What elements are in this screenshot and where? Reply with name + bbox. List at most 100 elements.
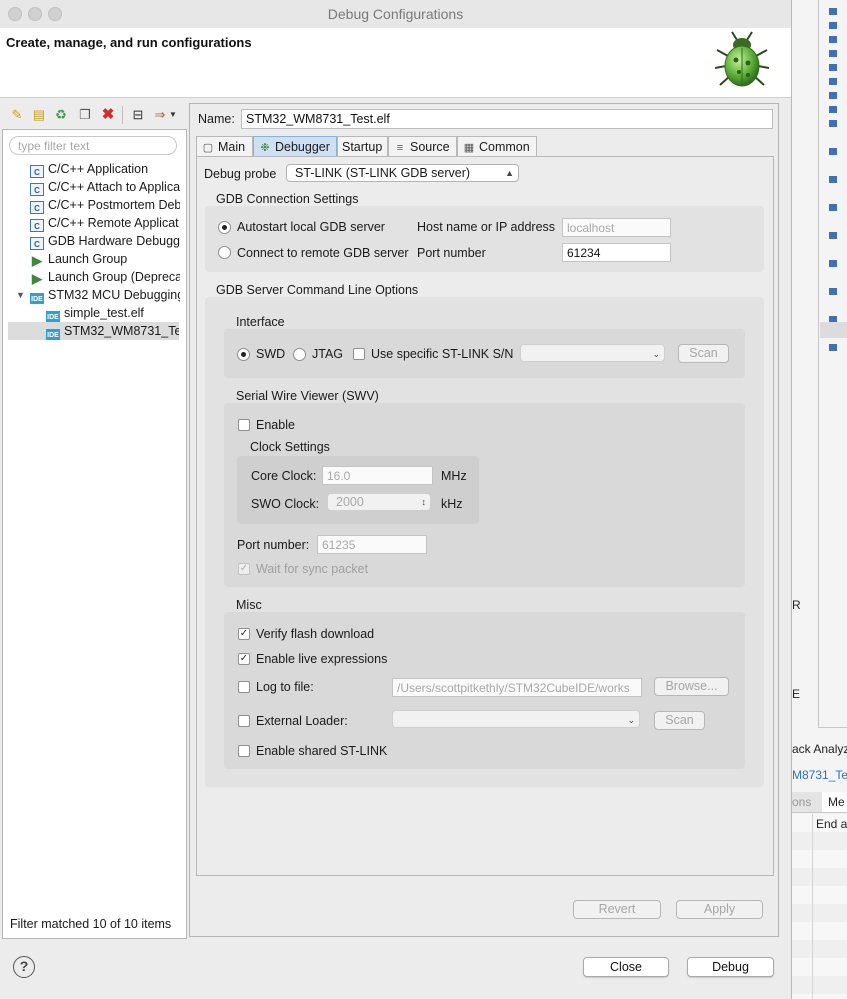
- expand-arrow-icon[interactable]: ▼: [16, 290, 25, 300]
- swv-title: Serial Wire Viewer (SWV): [236, 389, 379, 403]
- bg-marker: [829, 78, 837, 85]
- use-sn-checkbox[interactable]: [353, 348, 365, 360]
- new-prototype-icon[interactable]: ▤: [31, 107, 47, 123]
- bg-text: R: [792, 598, 801, 612]
- wait-sync-checkbox[interactable]: ✓: [238, 563, 250, 575]
- collapse-all-icon[interactable]: ⊟: [130, 107, 146, 123]
- chevron-down-icon: ⌄: [652, 349, 660, 359]
- swo-clock-select[interactable]: 2000 ↕: [327, 493, 431, 511]
- updown-chevron-icon: ↕: [421, 497, 427, 507]
- chevron-down-icon[interactable]: ▼: [168, 107, 178, 123]
- bg-marker: [829, 232, 837, 239]
- bg-tab[interactable]: Me: [828, 795, 845, 809]
- verify-flash-label: Verify flash download: [256, 627, 375, 641]
- help-icon[interactable]: ?: [13, 956, 35, 978]
- bg-marker: [829, 36, 837, 43]
- connect-remote-label: Connect to remote GDB server: [237, 246, 409, 260]
- gdb-connection-group: [205, 206, 764, 272]
- live-expressions-label: Enable live expressions: [256, 652, 388, 666]
- tab-common[interactable]: ▦ Common: [457, 136, 537, 156]
- configuration-name-input[interactable]: [241, 109, 773, 129]
- bg-col-divider: [812, 814, 813, 999]
- swv-port-input[interactable]: [317, 535, 427, 554]
- browse-button[interactable]: Browse...: [654, 677, 729, 696]
- jtag-radio[interactable]: [293, 348, 306, 361]
- live-expressions-checkbox[interactable]: ✓: [238, 653, 250, 665]
- bg-tab[interactable]: ons: [792, 795, 811, 809]
- new-configuration-icon[interactable]: ✎: [9, 107, 25, 123]
- common-tab-icon: ▦: [463, 142, 475, 154]
- autostart-radio[interactable]: [218, 221, 231, 234]
- debug-button[interactable]: Debug: [687, 957, 774, 977]
- tree-item-cpp-postmortem[interactable]: C C/C++ Postmortem Deb: [30, 196, 180, 214]
- ide-icon: IDE: [46, 311, 60, 322]
- tab-source[interactable]: ≡ Source: [388, 136, 457, 156]
- filter-menu-icon[interactable]: ⇒: [152, 107, 168, 123]
- source-tab-icon: ≡: [396, 142, 404, 154]
- host-input[interactable]: [562, 218, 671, 237]
- revert-button[interactable]: Revert: [573, 900, 661, 919]
- bg-text: ack Analyz: [792, 742, 847, 756]
- tree-item-gdb-hardware[interactable]: C GDB Hardware Debuggi: [30, 232, 180, 250]
- header-title: Create, manage, and run configurations: [6, 35, 252, 50]
- tree-item-cpp-remote[interactable]: C C/C++ Remote Applicat: [30, 214, 180, 232]
- bg-marker: [829, 344, 837, 351]
- log-file-label: Log to file:: [256, 680, 314, 694]
- interface-scan-button[interactable]: Scan: [678, 344, 729, 363]
- c-config-icon: C: [30, 165, 44, 178]
- bg-link[interactable]: M8731_Tes: [792, 768, 847, 782]
- tree-item-simple-test[interactable]: IDE simple_test.elf: [46, 304, 180, 322]
- connect-remote-radio[interactable]: [218, 246, 231, 259]
- swd-label: SWD: [256, 347, 286, 361]
- debug-probe-select[interactable]: ST-LINK (ST-LINK GDB server) ▲: [286, 164, 519, 182]
- filter-input[interactable]: [9, 136, 177, 155]
- host-label: Host name or IP address: [417, 220, 556, 234]
- bg-marker: [829, 176, 837, 183]
- bg-table: [792, 814, 847, 999]
- core-clock-label: Core Clock:: [251, 469, 317, 483]
- export-icon[interactable]: ♻: [53, 107, 69, 123]
- verify-flash-checkbox[interactable]: ✓: [238, 628, 250, 640]
- swo-clock-unit: kHz: [441, 497, 463, 511]
- external-loader-checkbox[interactable]: [238, 715, 250, 727]
- log-file-path-input[interactable]: [392, 678, 642, 697]
- tab-main[interactable]: ▢ Main: [196, 136, 253, 156]
- swv-enable-checkbox[interactable]: [238, 419, 250, 431]
- core-clock-input[interactable]: [322, 466, 433, 485]
- port-input[interactable]: [562, 243, 671, 262]
- close-button[interactable]: Close: [583, 957, 669, 977]
- tree-item-cpp-application[interactable]: C C/C++ Application: [30, 160, 180, 178]
- tab-startup[interactable]: Startup: [337, 136, 388, 156]
- apply-button[interactable]: Apply: [676, 900, 763, 919]
- delete-icon[interactable]: ✖: [100, 107, 116, 123]
- serial-number-select[interactable]: ⌄: [520, 344, 665, 362]
- tree-item-stm32-wm8731-test[interactable]: IDE STM32_WM8731_Tes: [46, 322, 179, 340]
- shared-stlink-checkbox[interactable]: [238, 745, 250, 757]
- log-file-checkbox[interactable]: [238, 681, 250, 693]
- tree-item-launch-group[interactable]: ▶ Launch Group: [30, 250, 180, 268]
- tree-item-stm32-mcu-debugging[interactable]: IDE STM32 MCU Debugging: [30, 286, 180, 304]
- use-sn-label: Use specific ST-LINK S/N: [371, 347, 514, 361]
- tab-debugger[interactable]: ❉ Debugger: [253, 136, 337, 156]
- bg-marker: [829, 120, 837, 127]
- external-loader-select[interactable]: ⌄: [392, 710, 640, 728]
- updown-chevron-icon: ▲: [505, 168, 514, 178]
- core-clock-unit: MHz: [441, 469, 467, 483]
- bg-marker: [829, 8, 837, 15]
- tree-item-cpp-attach[interactable]: C C/C++ Attach to Applica: [30, 178, 180, 196]
- shared-stlink-label: Enable shared ST-LINK: [256, 744, 388, 758]
- bg-marker: [829, 92, 837, 99]
- swd-radio[interactable]: [237, 348, 250, 361]
- autostart-label: Autostart local GDB server: [237, 220, 385, 234]
- bg-col-header: End a: [816, 817, 847, 831]
- toolbar-separator: [122, 106, 123, 124]
- ide-icon: IDE: [46, 329, 60, 340]
- c-config-icon: C: [30, 183, 44, 196]
- bg-marker: [829, 64, 837, 71]
- swo-clock-label: SWO Clock:: [251, 497, 320, 511]
- duplicate-icon[interactable]: ❐: [77, 107, 93, 123]
- external-loader-scan-button[interactable]: Scan: [654, 711, 705, 730]
- bg-selection: [820, 322, 847, 338]
- tree-item-launch-group-deprecated[interactable]: ▶ Launch Group (Depreca: [30, 268, 180, 286]
- debug-probe-label: Debug probe: [204, 167, 277, 181]
